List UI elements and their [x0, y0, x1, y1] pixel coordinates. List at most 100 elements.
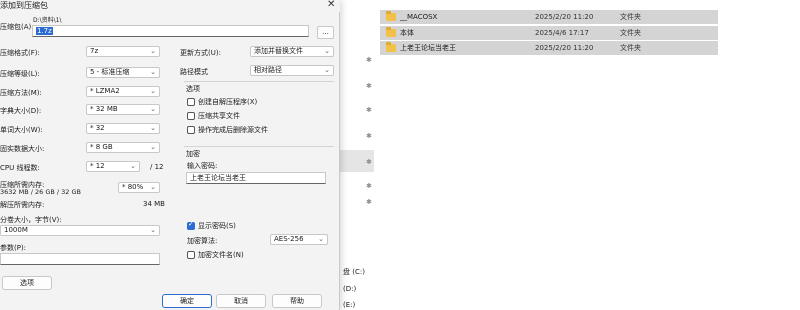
format-select[interactable]: 7z ⌄ [86, 46, 160, 57]
chevron-down-icon: ⌄ [150, 87, 156, 95]
pin-icon[interactable]: ✱ [366, 106, 374, 114]
format-value: 7z [90, 47, 99, 55]
encrypt-method-select[interactable]: AES-256 ⌄ [270, 234, 328, 245]
archive-label: 压缩包(A) [0, 23, 32, 31]
file-type: 文件夹 [620, 29, 641, 37]
chevron-down-icon: ⌄ [150, 68, 156, 76]
word-value: * 32 [90, 124, 105, 132]
solid-label: 固实数据大小: [0, 145, 45, 153]
chevron-down-icon: ⌄ [324, 66, 330, 74]
pathmode-value: 相对路径 [254, 66, 282, 74]
dict-value: * 32 MB [90, 105, 118, 113]
help-button[interactable]: 帮助 [272, 294, 322, 308]
drive-c-item[interactable]: 盘 (C:) [343, 267, 365, 277]
pathmode-select[interactable]: 相对路径 ⌄ [250, 65, 334, 76]
split-select[interactable]: 1000M ⌄ [0, 225, 160, 236]
word-select[interactable]: * 32 ⌄ [86, 123, 160, 134]
cpu-label: CPU 线程数: [0, 164, 40, 172]
sfx-checkbox[interactable]: 创建自解压程序(X) [187, 97, 257, 107]
chevron-down-icon: ⌄ [150, 226, 156, 234]
encrypt-method-value: AES-256 [274, 235, 304, 243]
folder-icon [386, 27, 396, 37]
password-input[interactable]: 上老王论坛当老王 [186, 172, 326, 184]
cpu-total: / 12 [150, 163, 164, 171]
chevron-down-icon: ⌄ [150, 124, 156, 132]
file-row[interactable]: 本体 2025/4/6 17:17 文件夹 [380, 26, 718, 40]
archive-folder-path: D:\资料\1\ [33, 17, 62, 24]
folder-icon [386, 11, 396, 21]
word-label: 单词大小(W): [0, 126, 43, 134]
ok-button[interactable]: 确定 [162, 294, 212, 308]
file-date: 2025/4/6 17:17 [535, 29, 589, 37]
pin-icon[interactable]: ✱ [366, 198, 374, 206]
chevron-down-icon: ⌄ [324, 47, 330, 55]
password-label: 输入密码: [187, 162, 218, 170]
cpu-select[interactable]: * 12 ⌄ [86, 161, 140, 172]
level-label: 压缩等级(L): [0, 70, 40, 78]
pin-icon[interactable]: ✱ [366, 82, 374, 90]
file-type: 文件夹 [620, 44, 641, 52]
checkbox-box[interactable] [187, 112, 195, 120]
level-value: 5 - 标准压缩 [90, 68, 130, 76]
delete-after-checkbox[interactable]: 操作完成后删除源文件 [187, 125, 268, 135]
drive-d-item[interactable]: (D:) [343, 285, 356, 293]
checkbox-box[interactable] [187, 220, 195, 230]
checkbox-box[interactable] [187, 98, 195, 106]
file-date: 2025/2/20 11:20 [535, 44, 594, 52]
chevron-down-icon: ⌄ [150, 47, 156, 55]
cancel-button[interactable]: 取消 [216, 294, 266, 308]
mem-percent-value: * 80% [122, 183, 144, 191]
file-name: 本体 [400, 29, 414, 37]
delete-after-label: 操作完成后删除源文件 [198, 126, 268, 134]
dialog-title: 添加到压缩包 [0, 1, 48, 10]
level-select[interactable]: 5 - 标准压缩 ⌄ [86, 67, 160, 78]
pin-icon[interactable]: ✱ [366, 158, 374, 166]
params-input[interactable] [0, 253, 160, 265]
format-label: 压缩格式(F): [0, 49, 40, 57]
drive-e-item[interactable]: (E:) [343, 301, 355, 309]
mem-percent-select[interactable]: * 80% ⌄ [118, 182, 160, 193]
folder-icon [386, 42, 396, 52]
add-to-archive-dialog: 添加到压缩包 ✕ 压缩包(A) D:\资料\1\ 1.7z ... 压缩格式(F… [0, 0, 340, 310]
file-row[interactable]: __MACOSX 2025/2/20 11:20 文件夹 [380, 10, 718, 24]
chevron-down-icon: ⌄ [318, 235, 324, 243]
pin-icon[interactable]: ✱ [366, 132, 374, 140]
chevron-down-icon: ⌄ [130, 162, 136, 170]
shared-files-label: 压缩共享文件 [198, 112, 240, 120]
method-value: * LZMA2 [90, 87, 120, 95]
file-name: 上老王论坛当老王 [400, 44, 456, 52]
mem-decomp-label: 解压所需内存: [0, 201, 45, 209]
chevron-down-icon: ⌄ [150, 105, 156, 113]
archive-name-input[interactable]: 1.7z [32, 25, 309, 37]
options-button[interactable]: 选项 [2, 276, 52, 290]
encrypt-names-checkbox[interactable]: 加密文件名(N) [187, 250, 244, 260]
encrypt-method-label: 加密算法: [187, 237, 218, 245]
mem-decomp-value: 34 MB [143, 200, 165, 208]
split-value: 1000M [4, 226, 28, 234]
solid-value: * 8 GB [90, 143, 113, 151]
encryption-group-title: 加密 [186, 150, 200, 158]
dict-select[interactable]: * 32 MB ⌄ [86, 104, 160, 115]
cpu-value: * 12 [90, 162, 105, 170]
file-date: 2025/2/20 11:20 [535, 13, 594, 21]
sfx-label: 创建自解压程序(X) [198, 98, 258, 106]
file-row[interactable]: 上老王论坛当老王 2025/2/20 11:20 文件夹 [380, 41, 718, 55]
shared-files-checkbox[interactable]: 压缩共享文件 [187, 111, 240, 121]
split-label: 分卷大小，字节(V): [0, 216, 62, 224]
solid-select[interactable]: * 8 GB ⌄ [86, 142, 160, 153]
pin-icon[interactable]: ✱ [366, 182, 374, 190]
checkbox-box[interactable] [187, 251, 195, 259]
params-label: 参数(P): [0, 244, 27, 252]
update-label: 更新方式(U): [180, 49, 221, 57]
options-group-title: 选项 [186, 85, 200, 93]
show-password-checkbox[interactable]: 显示密码(S) [187, 220, 236, 231]
close-icon[interactable]: ✕ [327, 0, 335, 10]
update-select[interactable]: 添加并替换文件 ⌄ [250, 46, 334, 57]
checkbox-box[interactable] [187, 126, 195, 134]
browse-button[interactable]: ... [317, 26, 334, 39]
dict-label: 字典大小(D): [0, 107, 42, 115]
file-type: 文件夹 [620, 13, 641, 21]
chevron-down-icon: ⌄ [150, 143, 156, 151]
pin-icon[interactable]: ✱ [366, 56, 374, 64]
method-select[interactable]: * LZMA2 ⌄ [86, 86, 160, 97]
